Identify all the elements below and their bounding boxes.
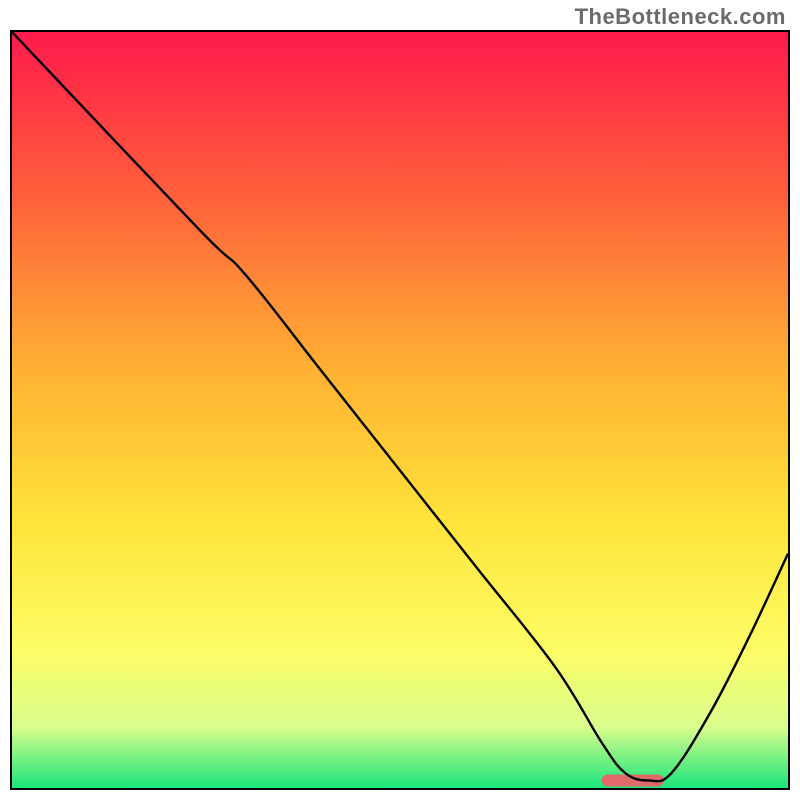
chart-canvas xyxy=(12,32,788,788)
chart-border xyxy=(10,30,790,790)
chart-frame: TheBottleneck.com xyxy=(0,0,800,800)
watermark-text: TheBottleneck.com xyxy=(575,4,786,30)
gradient-background xyxy=(12,32,788,788)
